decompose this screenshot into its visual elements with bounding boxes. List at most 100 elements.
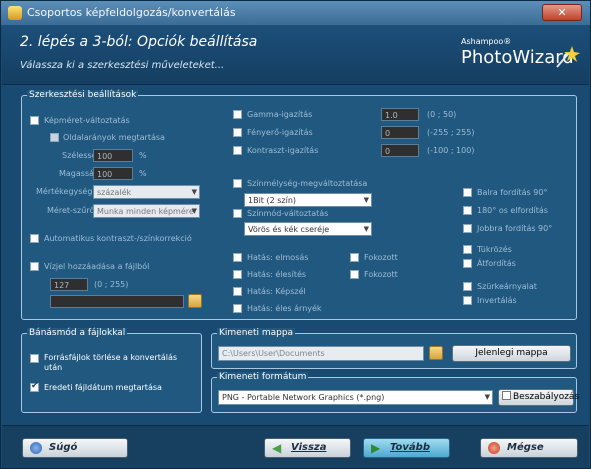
output-folder-input[interactable]: C:\Users\User\Documents	[218, 346, 424, 361]
color-depth-label: Színmélység-megváltoztatása	[247, 179, 368, 188]
unit-select[interactable]: százalék ▼	[93, 185, 200, 199]
chevron-down-icon: ▼	[484, 393, 490, 401]
sharpen-strong-label: Fokozott	[364, 270, 398, 279]
brightness-checkbox[interactable]	[233, 128, 242, 137]
auto-contrast-label: Automatikus kontraszt-/színkorrekció	[44, 234, 192, 243]
edit-settings-group: Szerkesztési beállítások Képméret-változ…	[21, 90, 577, 320]
magic-wand-icon	[556, 46, 580, 68]
keep-ratio-checkbox[interactable]	[50, 133, 59, 142]
color-mode-checkbox[interactable]	[233, 209, 242, 218]
effect-shadow-label: Hatás: éles árnyék	[247, 304, 322, 313]
height-input[interactable]: 100	[93, 167, 133, 180]
effect-blur-label: Hatás: elmosás	[247, 253, 309, 262]
delete-source-checkbox[interactable]	[30, 354, 39, 363]
watermark-opacity-input[interactable]: 127	[50, 278, 88, 291]
blur-strong-label: Fokozott	[364, 253, 398, 262]
keep-date-label: Eredeti fájldátum megtartása	[44, 383, 162, 392]
arrow-left-icon: ◀	[272, 441, 282, 455]
effect-border-checkbox[interactable]	[233, 287, 242, 296]
chevron-down-icon: ▼	[191, 188, 197, 196]
rotate-right-label: Jobbra fordítás 90°	[477, 224, 553, 233]
gamma-input[interactable]: 1.0	[381, 108, 419, 121]
keep-ratio-label: Oldalarányok megtartása	[63, 133, 165, 142]
folder-icon[interactable]	[429, 346, 443, 360]
file-handling-group: Bánásmód a fájlokkal Forrásfájlok törlés…	[21, 328, 202, 413]
invert-checkbox[interactable]	[463, 296, 472, 305]
color-mode-value: Vörös és kék cseréje	[248, 225, 330, 234]
output-format-select[interactable]: PNG - Portable Network Graphics (*.png) …	[218, 390, 493, 405]
resize-filter-label: Méret-szűrő:	[47, 206, 98, 215]
rotate-right-checkbox[interactable]	[463, 224, 472, 233]
grayscale-label: Szürkeárnyalat	[477, 282, 537, 291]
width-input[interactable]: 100	[93, 149, 133, 162]
effect-sharpen-checkbox[interactable]	[233, 270, 242, 279]
rotate-left-checkbox[interactable]	[463, 188, 472, 197]
back-button[interactable]: ◀ Vissza	[264, 438, 351, 458]
color-mode-select[interactable]: Vörös és kék cseréje ▼	[244, 222, 372, 236]
app-icon	[8, 6, 22, 20]
watermark-checkbox[interactable]	[30, 262, 39, 271]
rotate-180-checkbox[interactable]	[463, 206, 472, 215]
keep-date-checkbox[interactable]	[30, 381, 39, 392]
close-button[interactable]: ✕	[542, 4, 582, 21]
step-subtitle: Válassza ki a szerkesztési műveleteket..…	[20, 60, 225, 71]
next-button[interactable]: ▶ Tovább	[363, 438, 450, 458]
effect-border-label: Hatás: Képszél	[247, 287, 306, 296]
color-depth-select[interactable]: 1Bit (2 szín) ▼	[244, 193, 372, 207]
effect-blur-checkbox[interactable]	[233, 253, 242, 262]
rotate-180-label: 180° os elfordítás	[477, 206, 548, 215]
color-mode-label: Színmód-változtatás	[247, 209, 329, 218]
cancel-label: Mégse	[507, 442, 544, 453]
output-folder-title: Kimeneti mappa	[217, 328, 296, 338]
invert-label: Invertálás	[477, 296, 517, 305]
format-settings-button[interactable]: Beszabályozás	[498, 389, 579, 406]
unit-label: Mértékegység:	[36, 187, 96, 196]
help-button[interactable]: Súgó	[22, 438, 128, 458]
brightness-input[interactable]: 0	[381, 126, 419, 139]
contrast-checkbox[interactable]	[233, 146, 242, 155]
watermark-label: Vízjel hozzáadása a fájlból	[44, 262, 150, 271]
resize-checkbox[interactable]	[30, 116, 39, 125]
chevron-down-icon: ▼	[363, 196, 369, 204]
chevron-down-icon: ▼	[363, 225, 369, 233]
contrast-range: (-100 ; 100)	[427, 146, 475, 155]
effect-sharpen-label: Hatás: élesítés	[247, 270, 307, 279]
output-format-title: Kimeneti formátum	[217, 372, 309, 382]
effect-shadow-checkbox[interactable]	[233, 304, 242, 313]
color-depth-checkbox[interactable]	[233, 179, 242, 188]
delete-source-label: Forrásfájlok törlése a konvertálás után	[44, 353, 178, 372]
output-format-group: Kimeneti formátum PNG - Portable Network…	[211, 372, 579, 413]
resize-filter-value: Munka minden képmére	[97, 207, 194, 216]
contrast-label: Kontraszt-igazítás	[247, 146, 319, 155]
sharpen-strong-checkbox[interactable]	[350, 270, 359, 279]
format-settings-label: Beszabályozás	[513, 392, 580, 402]
auto-contrast-checkbox[interactable]	[30, 234, 39, 243]
output-folder-group: Kimeneti mappa C:\Users\User\Documents J…	[211, 328, 577, 369]
folder-icon[interactable]	[188, 294, 202, 308]
grayscale-checkbox[interactable]	[463, 282, 472, 291]
brightness-range: (-255 ; 255)	[427, 128, 475, 137]
chevron-down-icon: ▼	[191, 207, 197, 215]
output-format-value: PNG - Portable Network Graphics (*.png)	[222, 393, 385, 402]
flip-checkbox[interactable]	[463, 259, 472, 268]
help-icon	[30, 442, 42, 454]
contrast-input[interactable]: 0	[381, 144, 419, 157]
gamma-checkbox[interactable]	[233, 110, 242, 119]
width-unit: %	[139, 151, 147, 160]
window-title: Csoportos képfeldolgozás/konvertálás	[27, 6, 236, 19]
help-label: Súgó	[49, 442, 78, 453]
next-label: Tovább	[390, 442, 430, 453]
blur-strong-checkbox[interactable]	[350, 253, 359, 262]
mirror-checkbox[interactable]	[463, 245, 472, 254]
resize-filter-select[interactable]: Munka minden képmére ▼	[93, 204, 200, 218]
wizard-window: Csoportos képfeldolgozás/konvertálás ✕ 2…	[0, 0, 591, 469]
resize-label: Képméret-változtatás	[44, 116, 130, 125]
mirror-label: Tükrözés	[477, 245, 512, 254]
settings-icon	[502, 391, 511, 400]
watermark-range: (0 ; 255)	[94, 280, 129, 289]
cancel-button[interactable]: Mégse	[480, 438, 578, 458]
current-folder-button[interactable]: Jelenlegi mappa	[452, 345, 571, 362]
watermark-path-input[interactable]	[50, 295, 184, 308]
arrow-right-icon: ▶	[371, 441, 381, 455]
height-unit: %	[139, 169, 147, 178]
